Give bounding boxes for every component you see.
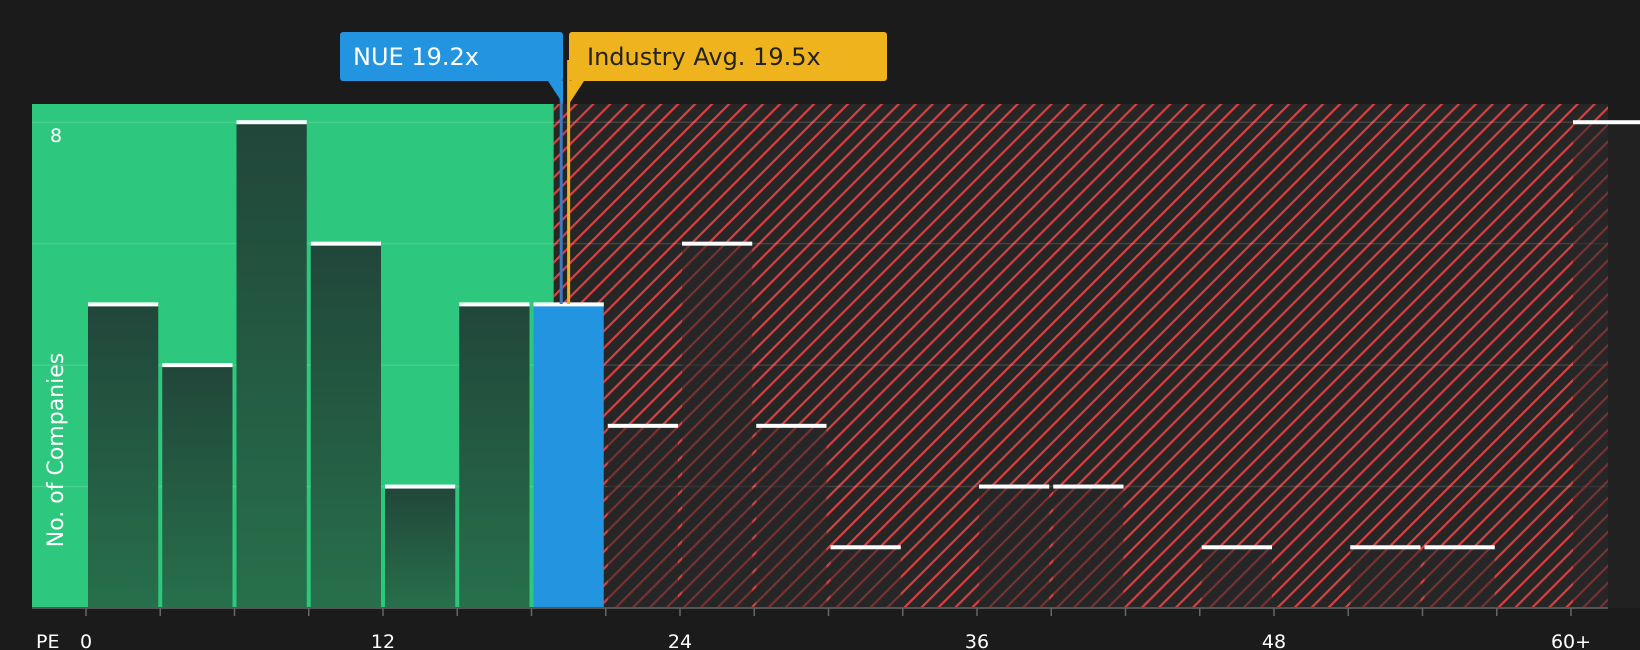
x-tick-label: 48 xyxy=(1262,631,1286,650)
bar-body xyxy=(533,304,604,608)
bar-body xyxy=(1350,547,1421,608)
company-callout: NUE 19.2x xyxy=(340,32,563,104)
x-tick-label: 60+ xyxy=(1551,631,1591,650)
histogram-bar xyxy=(1424,545,1495,608)
histogram-bar xyxy=(830,545,901,608)
bar-cap xyxy=(756,423,827,428)
bar-cap xyxy=(385,484,456,489)
histogram-bar xyxy=(607,423,678,608)
bar-body xyxy=(1201,547,1272,608)
histogram-bar xyxy=(979,484,1050,608)
bar-body xyxy=(1424,547,1495,608)
bar-body xyxy=(459,304,530,608)
bar-cap xyxy=(1424,545,1495,550)
histogram-bar xyxy=(385,484,456,608)
bar-body xyxy=(830,547,901,608)
histogram-bar xyxy=(1350,545,1421,608)
bar-body xyxy=(682,243,753,608)
histogram-bar xyxy=(88,302,159,608)
histogram-bar xyxy=(1053,484,1124,608)
x-tick-label: 24 xyxy=(668,631,692,650)
bar-cap xyxy=(1053,484,1124,489)
histogram-bar xyxy=(1573,120,1640,609)
histogram-bar xyxy=(756,423,827,608)
histogram-bar xyxy=(236,120,307,609)
pe-histogram-chart: 0 12 24 36 48 60+ PE 8 No. of Companies NUE 19.2… xyxy=(32,32,1640,650)
bar-body xyxy=(162,365,233,608)
x-tick-label: 12 xyxy=(371,631,395,650)
bar-body xyxy=(310,243,381,608)
bar-body xyxy=(756,425,827,608)
bar-cap xyxy=(607,423,678,428)
x-tick-label: 0 xyxy=(80,631,92,650)
bar-cap xyxy=(162,363,233,368)
bar-cap xyxy=(88,302,159,307)
bar-cap xyxy=(1350,545,1421,550)
y-tick-label: 8 xyxy=(50,125,62,147)
bar-body xyxy=(1053,486,1124,608)
bar-cap xyxy=(1573,120,1640,125)
bar-cap xyxy=(1201,545,1272,550)
bar-cap xyxy=(236,120,307,125)
bar-cap xyxy=(830,545,901,550)
bar-body xyxy=(236,122,307,609)
histogram-bar xyxy=(162,363,233,608)
histogram-bar xyxy=(459,302,530,608)
industry-callout-label: Industry Avg. 19.5x xyxy=(587,43,821,71)
bar-cap xyxy=(682,241,753,246)
bar-cap xyxy=(979,484,1050,489)
bar-body xyxy=(88,304,159,608)
x-axis-label: PE xyxy=(36,631,59,650)
bar-body xyxy=(607,425,678,608)
industry-callout: Industry Avg. 19.5x xyxy=(569,32,887,104)
bar-body xyxy=(385,486,456,608)
histogram-bar xyxy=(1201,545,1272,608)
company-callout-label: NUE 19.2x xyxy=(353,43,479,71)
bar-cap xyxy=(310,241,381,246)
histogram-bar xyxy=(533,302,604,608)
industry-callout-pointer xyxy=(569,81,584,104)
bar-body xyxy=(1573,122,1640,609)
x-tick-label: 36 xyxy=(965,631,989,650)
histogram-bar xyxy=(682,241,753,608)
bar-body xyxy=(979,486,1050,608)
bar-cap xyxy=(459,302,530,307)
callouts: NUE 19.2x Industry Avg. 19.5x xyxy=(340,32,887,104)
histogram-bar xyxy=(310,241,381,608)
y-axis-label: No. of Companies xyxy=(44,353,69,547)
